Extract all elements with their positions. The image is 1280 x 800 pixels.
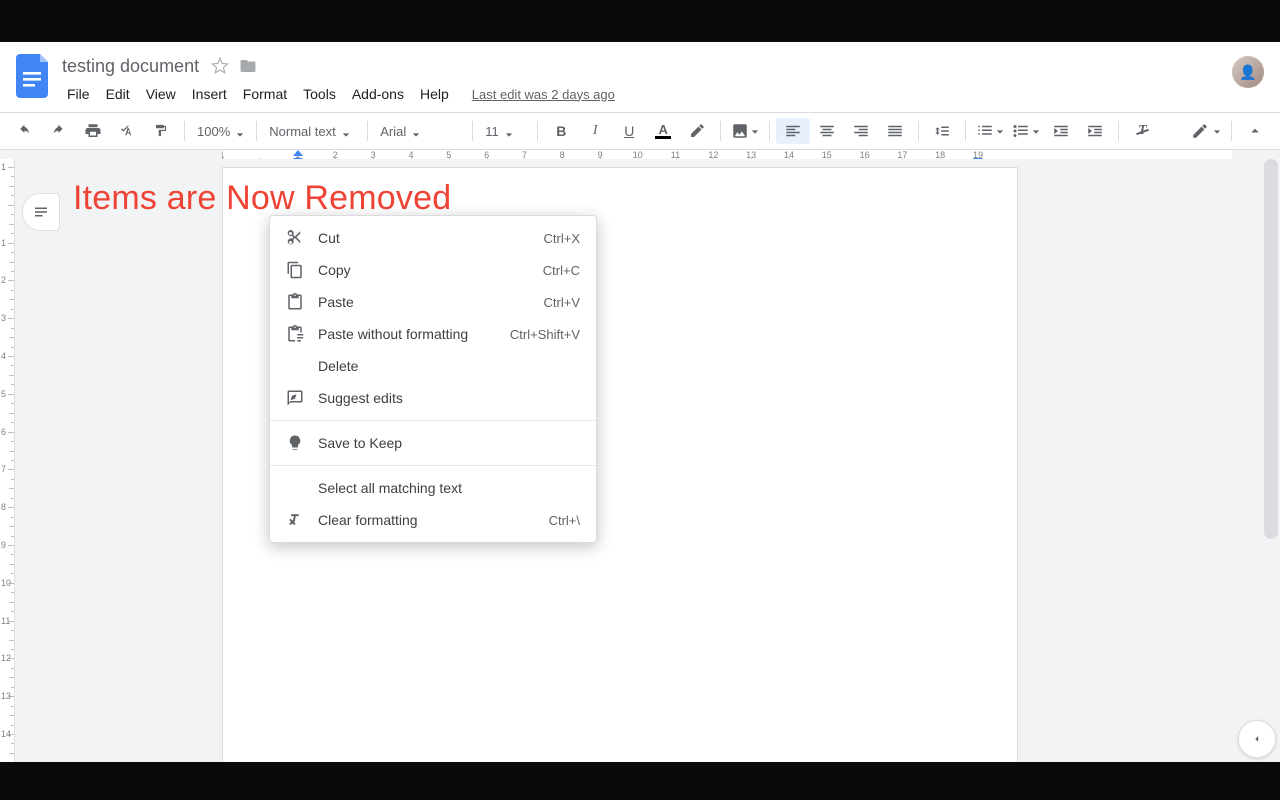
docs-app-icon[interactable] <box>16 54 52 98</box>
style-value: Normal text <box>269 124 335 139</box>
clearf-icon <box>286 511 304 529</box>
font-size-select[interactable]: 11 <box>479 124 531 139</box>
chevron-down-icon <box>505 127 513 135</box>
clear-formatting-button[interactable]: T <box>1125 118 1159 144</box>
size-value: 11 <box>485 124 499 139</box>
header: testing document File Edit View Insert F… <box>0 42 1280 106</box>
context-menu: Cut Ctrl+X Copy Ctrl+C Paste Ctrl+V Paste with… <box>269 215 597 543</box>
decrease-indent-button[interactable] <box>1044 118 1078 144</box>
context-menu-label: Clear formatting <box>318 512 535 528</box>
scrollbar-vertical[interactable] <box>1264 159 1278 762</box>
font-value: Arial <box>380 124 406 139</box>
numbered-list-button[interactable] <box>972 118 1008 144</box>
increase-indent-button[interactable] <box>1078 118 1112 144</box>
highlight-button[interactable] <box>680 118 714 144</box>
context-menu-label: Paste without formatting <box>318 326 496 342</box>
explore-button[interactable] <box>1238 720 1276 758</box>
menubar: File Edit View Insert Format Tools Add-o… <box>60 82 615 106</box>
keep-icon <box>286 434 304 452</box>
print-button[interactable] <box>76 118 110 144</box>
suggest-icon <box>286 389 304 407</box>
menu-insert[interactable]: Insert <box>185 82 234 106</box>
star-icon[interactable] <box>211 57 229 75</box>
docs-window: testing document File Edit View Insert F… <box>0 42 1280 762</box>
menu-help[interactable]: Help <box>413 82 456 106</box>
toolbar: 100% Normal text Arial 11 B I U A <box>0 112 1280 150</box>
line-spacing-button[interactable] <box>925 118 959 144</box>
context-menu-label: Copy <box>318 262 529 278</box>
context-menu-item[interactable]: Paste Ctrl+V <box>270 286 596 318</box>
context-menu-item[interactable]: Suggest edits <box>270 382 596 414</box>
font-select[interactable]: Arial <box>374 124 466 139</box>
paste-s-icon <box>286 325 304 343</box>
italic-button[interactable]: I <box>578 118 612 144</box>
last-edit-text[interactable]: Last edit was 2 days ago <box>472 87 615 102</box>
zoom-select[interactable]: 100% <box>191 124 250 139</box>
scrollbar-thumb[interactable] <box>1264 159 1278 539</box>
context-menu-item[interactable]: Select all matching text <box>270 472 596 504</box>
context-menu-label: Save to Keep <box>318 435 580 451</box>
align-right-button[interactable] <box>844 118 878 144</box>
context-menu-shortcut: Ctrl+X <box>544 231 580 246</box>
title-block: testing document File Edit View Insert F… <box>60 50 615 106</box>
bold-button[interactable]: B <box>544 118 578 144</box>
document-title[interactable]: testing document <box>60 56 201 77</box>
paint-format-button[interactable] <box>144 118 178 144</box>
context-menu-shortcut: Ctrl+C <box>543 263 580 278</box>
context-menu-label: Select all matching text <box>318 480 580 496</box>
context-menu-item[interactable]: Clear formatting Ctrl+\ <box>270 504 596 536</box>
menu-format[interactable]: Format <box>236 82 294 106</box>
avatar[interactable]: 👤 <box>1232 56 1264 88</box>
menu-addons[interactable]: Add-ons <box>345 82 411 106</box>
context-menu-item[interactable]: Cut Ctrl+X <box>270 222 596 254</box>
collapse-toolbar-button[interactable] <box>1238 118 1272 144</box>
outline-toggle-button[interactable] <box>22 193 60 231</box>
context-menu-label: Cut <box>318 230 530 246</box>
context-menu-label: Delete <box>318 358 580 374</box>
chevron-down-icon <box>996 124 1004 139</box>
bulleted-list-button[interactable] <box>1008 118 1044 144</box>
menu-tools[interactable]: Tools <box>296 82 343 106</box>
context-menu-shortcut: Ctrl+\ <box>549 513 580 528</box>
context-menu-label: Suggest edits <box>318 390 580 406</box>
zoom-value: 100% <box>197 124 230 139</box>
menu-view[interactable]: View <box>139 82 183 106</box>
ruler-vertical[interactable]: 11234567891011121314 <box>0 159 15 762</box>
context-menu-item[interactable]: Paste without formatting Ctrl+Shift+V <box>270 318 596 350</box>
context-menu-shortcut: Ctrl+V <box>544 295 580 310</box>
align-justify-button[interactable] <box>878 118 912 144</box>
align-left-button[interactable] <box>776 118 810 144</box>
chevron-down-icon <box>1032 124 1040 139</box>
cut-icon <box>286 229 304 247</box>
redo-button[interactable] <box>42 118 76 144</box>
insert-image-button[interactable] <box>727 118 763 144</box>
context-menu-shortcut: Ctrl+Shift+V <box>510 327 580 342</box>
copy-icon <box>286 261 304 279</box>
undo-button[interactable] <box>8 118 42 144</box>
text-color-button[interactable]: A <box>646 118 680 144</box>
chevron-down-icon <box>236 127 244 135</box>
chevron-down-icon <box>1213 124 1221 139</box>
canvas: 11234567891011121314 Items are Now Remov… <box>0 159 1280 762</box>
spellcheck-button[interactable] <box>110 118 144 144</box>
chevron-down-icon <box>412 127 420 135</box>
paste-icon <box>286 293 304 311</box>
overlay-text: Items are Now Removed <box>73 179 451 218</box>
menu-file[interactable]: File <box>60 82 97 106</box>
context-menu-item[interactable]: Delete <box>270 350 596 382</box>
move-icon[interactable] <box>239 57 257 75</box>
context-menu-item[interactable]: Save to Keep <box>270 427 596 459</box>
align-center-button[interactable] <box>810 118 844 144</box>
chevron-down-icon <box>342 127 350 135</box>
editing-mode-button[interactable] <box>1187 118 1225 144</box>
chevron-down-icon <box>751 124 759 139</box>
menu-edit[interactable]: Edit <box>99 82 137 106</box>
context-menu-item[interactable]: Copy Ctrl+C <box>270 254 596 286</box>
paragraph-style-select[interactable]: Normal text <box>263 124 361 139</box>
underline-button[interactable]: U <box>612 118 646 144</box>
context-menu-label: Paste <box>318 294 530 310</box>
